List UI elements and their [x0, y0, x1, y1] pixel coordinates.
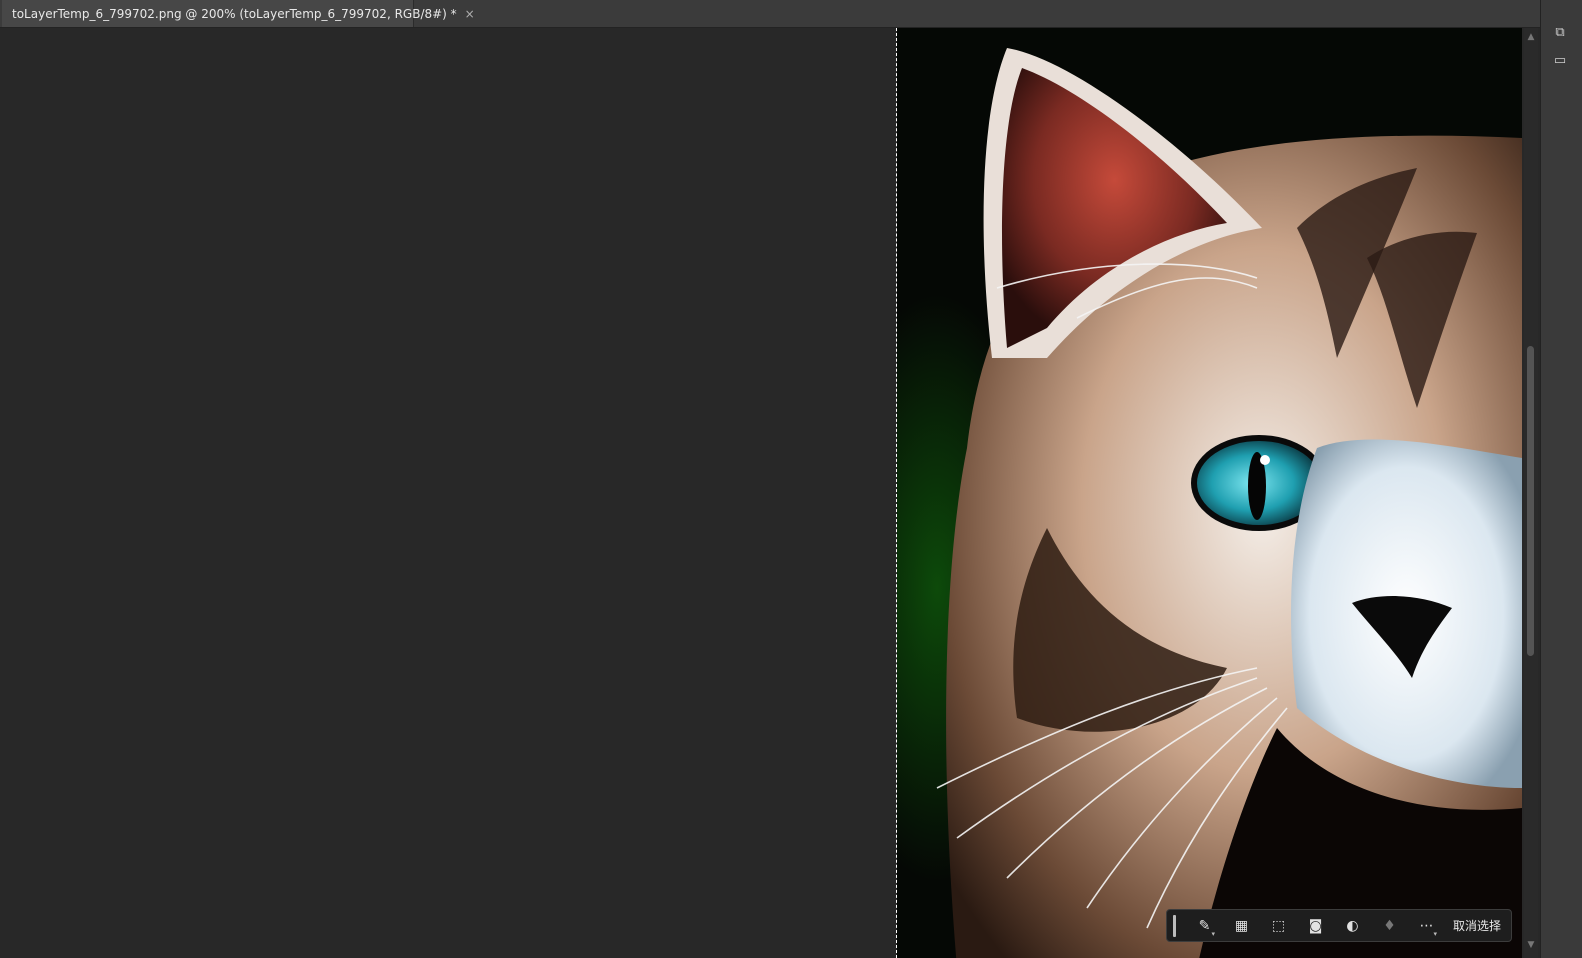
taskbar-grip-handle[interactable]	[1173, 914, 1176, 937]
comments-panel-icon[interactable]: ▭	[1551, 52, 1569, 70]
fill-icon[interactable]: ♦	[1371, 913, 1408, 939]
selection-marquee-edge	[896, 28, 897, 958]
document-tab-title: toLayerTemp_6_799702.png @ 200% (toLayer…	[12, 6, 457, 21]
document-tab-bar: toLayerTemp_6_799702.png @ 200% (toLayer…	[0, 0, 1540, 28]
deselect-button[interactable]: 取消选择	[1453, 917, 1501, 934]
contextual-task-bar: ✎ ▾ ▦ ⬚ ◙ ◐ ♦ ⋯ ▾ 取消选择	[1166, 909, 1512, 942]
scroll-up-icon[interactable]: ▲	[1526, 32, 1536, 42]
cat-image-drawing	[936, 48, 1522, 958]
transform-selection-icon[interactable]: ⬚	[1260, 913, 1297, 939]
right-panel-strip: ⧉ ▭	[1540, 0, 1582, 958]
history-panel-icon[interactable]: ⧉	[1551, 24, 1569, 42]
select-subject-icon[interactable]: ▦	[1223, 913, 1260, 939]
cat-image[interactable]	[897, 28, 1522, 958]
adjustment-icon[interactable]: ◐	[1334, 913, 1371, 939]
scroll-down-icon[interactable]: ▼	[1526, 940, 1536, 950]
mask-icon[interactable]: ◙	[1297, 913, 1334, 939]
scrollbar-thumb[interactable]	[1527, 346, 1534, 656]
close-icon[interactable]: ×	[465, 7, 475, 21]
canvas-area[interactable]	[2, 28, 1522, 958]
more-icon[interactable]: ⋯ ▾	[1408, 913, 1445, 939]
brush-select-icon[interactable]: ✎ ▾	[1186, 913, 1223, 939]
document-tab[interactable]: toLayerTemp_6_799702.png @ 200% (toLayer…	[2, 0, 475, 27]
vertical-scrollbar[interactable]: ▲ ▼	[1524, 28, 1538, 958]
